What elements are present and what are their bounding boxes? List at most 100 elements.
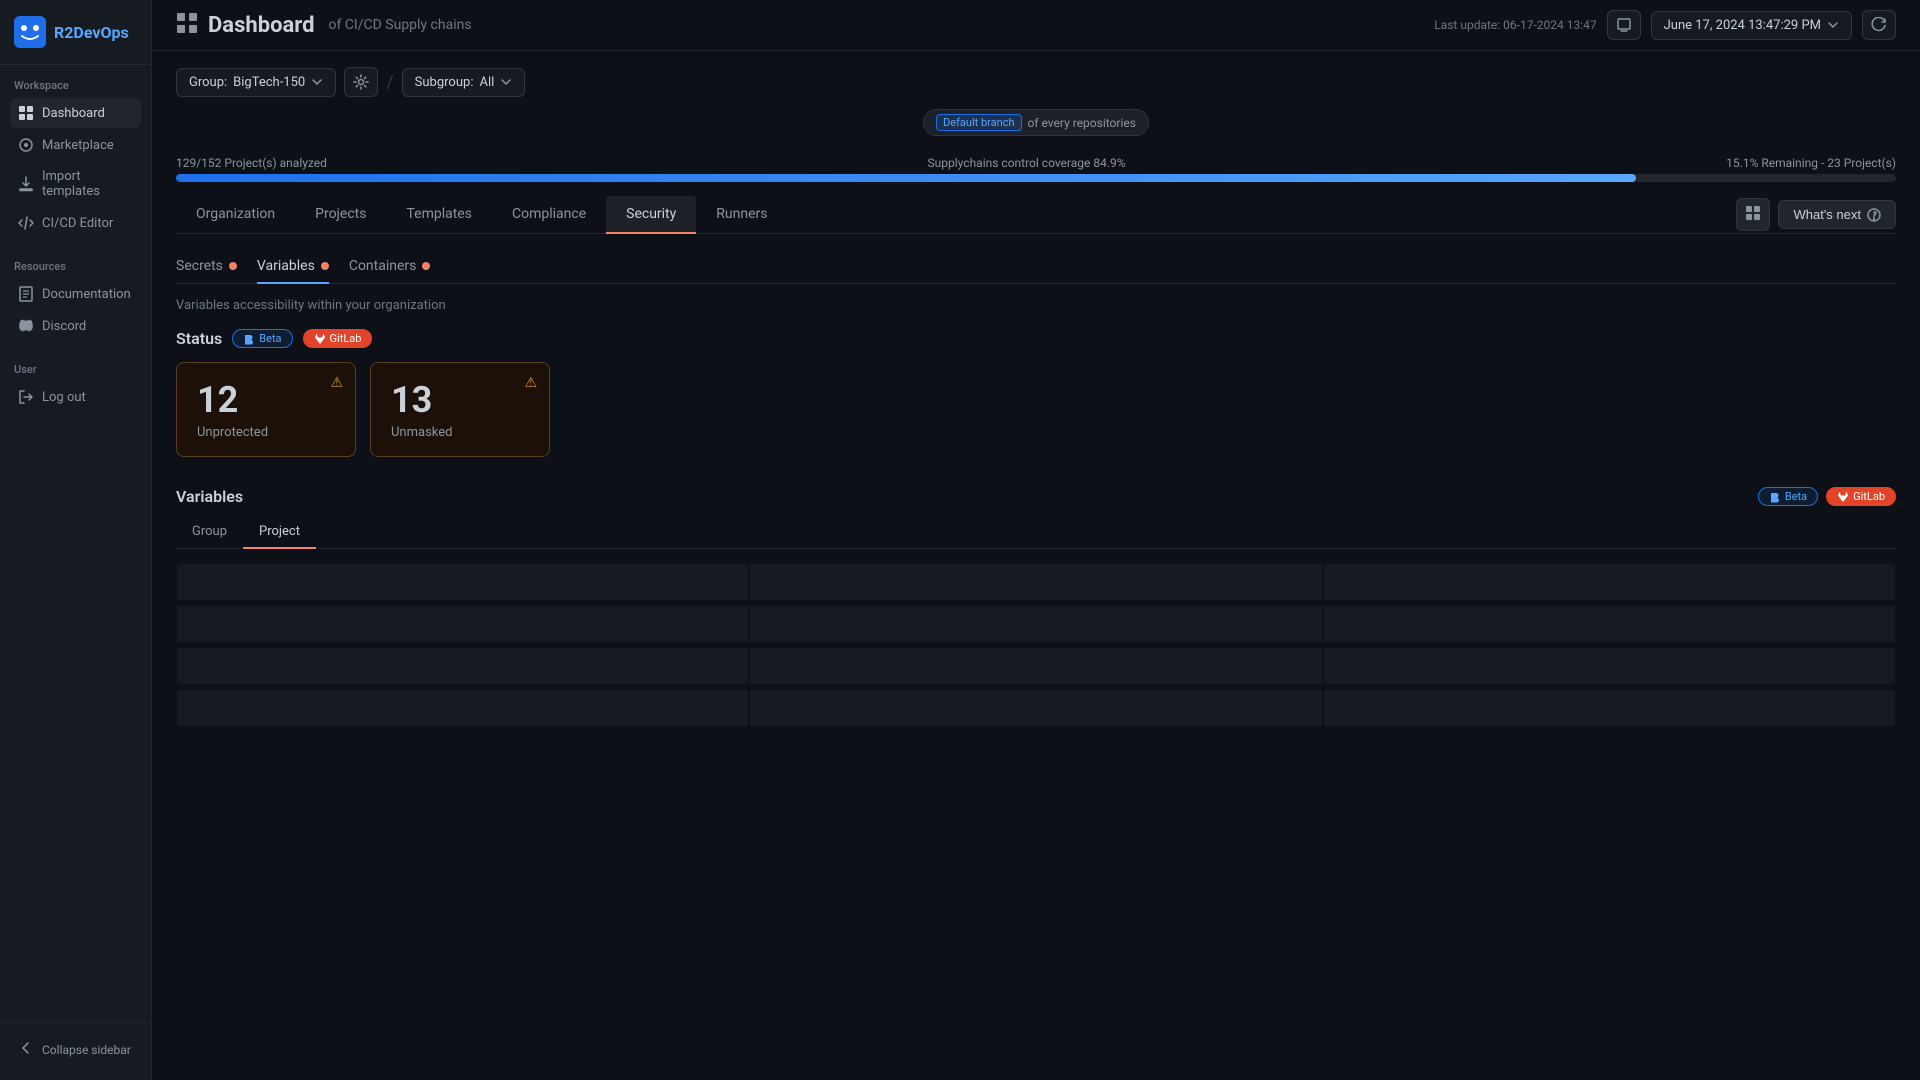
table-cell xyxy=(1324,606,1895,642)
sidebar-item-discord[interactable]: Discord xyxy=(10,311,141,341)
table-cell xyxy=(177,606,748,642)
tab-compliance[interactable]: Compliance xyxy=(492,196,606,234)
sidebar-footer: Collapse sidebar xyxy=(0,1022,151,1080)
user-section: User Log out xyxy=(0,349,151,420)
sub-tab-variables[interactable]: Variables xyxy=(257,250,329,284)
security-panel: Secrets Variables Containers Variables a… xyxy=(176,234,1896,747)
table-cell xyxy=(1324,690,1895,726)
tab-security[interactable]: Security xyxy=(606,196,696,234)
subgroup-value: All xyxy=(479,75,494,90)
sidebar: R2DevOps Workspace Dashboard Marketplace… xyxy=(0,0,152,1080)
marketplace-label: Marketplace xyxy=(42,138,114,153)
chevron-down-icon xyxy=(1827,19,1839,31)
sub-tab-secrets[interactable]: Secrets xyxy=(176,250,237,284)
unprotected-count: 12 xyxy=(197,379,335,421)
beta-badge: Beta xyxy=(232,329,292,348)
var-tab-group[interactable]: Group xyxy=(176,516,243,549)
var-beta-icon xyxy=(1769,491,1781,503)
collapse-label: Collapse sidebar xyxy=(42,1043,131,1057)
tabs-actions: What's next xyxy=(1736,198,1896,231)
whats-next-label: What's next xyxy=(1793,207,1861,222)
logout-label: Log out xyxy=(42,390,86,405)
main-tabs: Organization Projects Templates Complian… xyxy=(176,196,787,233)
documentation-label: Documentation xyxy=(42,287,131,302)
content-area: Group: BigTech-150 / Subgroup: All Defau… xyxy=(152,51,1920,1080)
subgroup-filter[interactable]: Subgroup: All xyxy=(402,68,526,97)
progress-section: 129/152 Project(s) analyzed Supplychains… xyxy=(176,156,1896,182)
editor-icon xyxy=(18,215,34,231)
gitlab-badge: GitLab xyxy=(303,329,373,348)
refresh-icon xyxy=(1871,17,1887,33)
progress-left-label: 129/152 Project(s) analyzed xyxy=(176,156,327,170)
table-row xyxy=(176,605,1896,643)
collapse-arrow-icon xyxy=(18,1040,34,1059)
sidebar-item-documentation[interactable]: Documentation xyxy=(10,279,141,309)
page-title: Dashboard xyxy=(208,13,315,38)
workspace-label: Workspace xyxy=(10,79,141,92)
grid-icon xyxy=(1745,205,1761,221)
marketplace-icon xyxy=(18,137,34,153)
user-label: User xyxy=(10,363,141,376)
sidebar-item-marketplace[interactable]: Marketplace xyxy=(10,130,141,160)
unprotected-label: Unprotected xyxy=(197,425,335,440)
containers-dot xyxy=(422,262,430,270)
sidebar-item-cicd-editor[interactable]: CI/CD Editor xyxy=(10,208,141,238)
page-subtitle: of CI/CD Supply chains xyxy=(329,17,472,33)
workspace-section: Workspace Dashboard Marketplace Import t… xyxy=(0,65,151,246)
whats-next-button[interactable]: What's next xyxy=(1778,200,1896,229)
group-chevron-icon xyxy=(311,76,323,88)
sidebar-item-import-templates[interactable]: Import templates xyxy=(10,162,141,206)
sidebar-item-logout[interactable]: Log out xyxy=(10,382,141,412)
settings-button[interactable] xyxy=(344,67,378,97)
grid-view-button[interactable] xyxy=(1736,198,1770,231)
branch-banner-text: of every repositories xyxy=(1028,116,1136,130)
tab-runners[interactable]: Runners xyxy=(696,196,787,234)
group-filter[interactable]: Group: BigTech-150 xyxy=(176,68,336,97)
sidebar-item-dashboard[interactable]: Dashboard xyxy=(10,98,141,128)
containers-label: Containers xyxy=(349,258,417,274)
last-update-text: Last update: 06-17-2024 13:47 xyxy=(1434,18,1596,32)
dashboard-icon xyxy=(18,105,34,121)
tab-organization[interactable]: Organization xyxy=(176,196,295,234)
collapse-sidebar-button[interactable]: Collapse sidebar xyxy=(10,1033,141,1066)
filter-divider: / xyxy=(386,72,393,93)
table-cell xyxy=(177,564,748,600)
topbar-left: Dashboard of CI/CD Supply chains xyxy=(176,12,472,38)
table-cell xyxy=(177,648,748,684)
copy-button[interactable] xyxy=(1607,10,1641,40)
subgroup-label: Subgroup: xyxy=(415,75,474,90)
table-cell xyxy=(1324,564,1895,600)
status-cards: ⚠ 12 Unprotected ⚠ 13 Unmasked xyxy=(176,362,1896,457)
discord-label: Discord xyxy=(42,319,86,334)
sub-tab-containers[interactable]: Containers xyxy=(349,250,431,284)
tab-templates[interactable]: Templates xyxy=(386,196,492,234)
var-beta-badge: Beta xyxy=(1758,487,1818,506)
var-beta-label: Beta xyxy=(1785,490,1807,503)
topbar-right: Last update: 06-17-2024 13:47 June 17, 2… xyxy=(1434,10,1896,40)
secrets-label: Secrets xyxy=(176,258,223,274)
docs-icon xyxy=(18,286,34,302)
gitlab-label: GitLab xyxy=(330,332,362,345)
unmasked-card: ⚠ 13 Unmasked xyxy=(370,362,550,457)
var-tab-project[interactable]: Project xyxy=(243,516,316,549)
variables-dot xyxy=(321,262,329,270)
refresh-button[interactable] xyxy=(1862,10,1896,40)
filters-row: Group: BigTech-150 / Subgroup: All xyxy=(176,67,1896,97)
gitlab-icon xyxy=(314,333,326,345)
tab-projects[interactable]: Projects xyxy=(295,196,386,234)
main-content: Dashboard of CI/CD Supply chains Last up… xyxy=(152,0,1920,1080)
progress-bar xyxy=(176,174,1896,182)
warning-icon-unprotected: ⚠ xyxy=(330,375,343,391)
progress-center-label: Supplychains control coverage 84.9% xyxy=(928,156,1126,170)
r2devops-logo-icon xyxy=(14,16,46,48)
cicd-editor-label: CI/CD Editor xyxy=(42,216,113,231)
import-templates-label: Import templates xyxy=(42,169,133,199)
logout-icon xyxy=(18,389,34,405)
section-description: Variables accessibility within your orga… xyxy=(176,298,1896,313)
unprotected-card: ⚠ 12 Unprotected xyxy=(176,362,356,457)
beta-icon xyxy=(243,333,255,345)
date-picker[interactable]: June 17, 2024 13:47:29 PM xyxy=(1651,11,1852,40)
group-value: BigTech-150 xyxy=(233,75,305,90)
progress-labels: 129/152 Project(s) analyzed Supplychains… xyxy=(176,156,1896,170)
variables-label: Variables xyxy=(257,258,315,274)
